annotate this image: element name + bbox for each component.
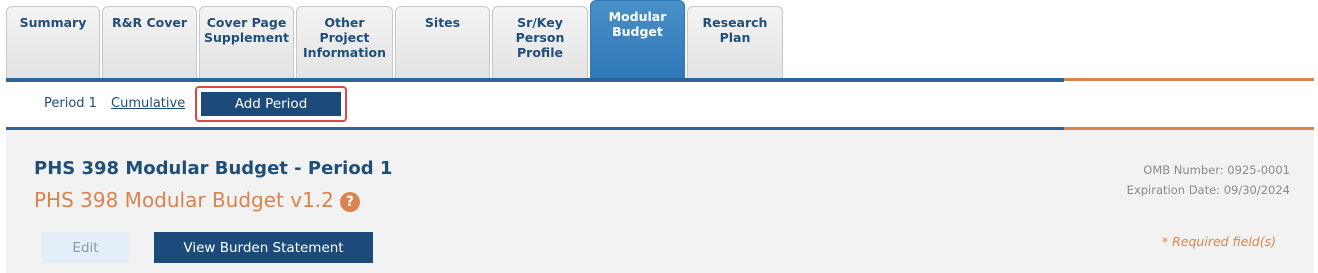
tab-sites[interactable]: Sites <box>395 6 490 78</box>
period-1-label: Period 1 <box>44 96 97 111</box>
form-name: PHS 398 Modular Budget v1.2? <box>34 188 360 212</box>
tab-label: Sr/Key Person Profile <box>515 15 565 60</box>
tab-label: Summary <box>19 15 87 30</box>
omb-number: OMB Number: 0925-0001 <box>1143 163 1290 177</box>
form-name-text: PHS 398 Modular Budget v1.2 <box>34 188 334 212</box>
tab-label: Research Plan <box>702 15 768 45</box>
omb-info: OMB Number: 0925-0001 Expiration Date: 0… <box>1127 160 1290 200</box>
view-burden-statement-button[interactable]: View Burden Statement <box>154 232 373 263</box>
form-header-panel: PHS 398 Modular Budget - Period 1 PHS 39… <box>6 130 1314 273</box>
tab-label: Modular Budget <box>608 9 667 39</box>
expiration-date: Expiration Date: 09/30/2024 <box>1126 183 1290 197</box>
period-nav: Period 1 Cumulative Add Period <box>6 82 1314 127</box>
tab-other-project-information[interactable]: Other Project Information <box>296 6 393 78</box>
add-period-button[interactable]: Add Period <box>201 92 341 116</box>
tab-label: Cover Page Supplement <box>204 15 289 45</box>
required-fields-note: * Required field(s) <box>1161 234 1276 249</box>
cumulative-link[interactable]: Cumulative <box>111 96 185 111</box>
add-period-highlight: Add Period <box>195 86 347 122</box>
tab-label: Other Project Information <box>303 15 386 60</box>
tab-label: Sites <box>424 15 461 30</box>
tab-sr-key-person-profile[interactable]: Sr/Key Person Profile <box>492 6 588 78</box>
tab-modular-budget[interactable]: Modular Budget <box>590 0 685 78</box>
tab-rr-cover[interactable]: R&R Cover <box>102 6 197 78</box>
edit-button[interactable]: Edit <box>42 232 129 263</box>
tab-research-plan[interactable]: Research Plan <box>687 6 783 78</box>
help-icon[interactable]: ? <box>339 191 360 212</box>
page-title: PHS 398 Modular Budget - Period 1 <box>34 158 393 179</box>
tab-label: R&R Cover <box>111 15 188 30</box>
tab-summary[interactable]: Summary <box>6 6 100 78</box>
tab-cover-page-supplement[interactable]: Cover Page Supplement <box>199 6 294 78</box>
tab-underline-accent <box>1064 78 1314 81</box>
